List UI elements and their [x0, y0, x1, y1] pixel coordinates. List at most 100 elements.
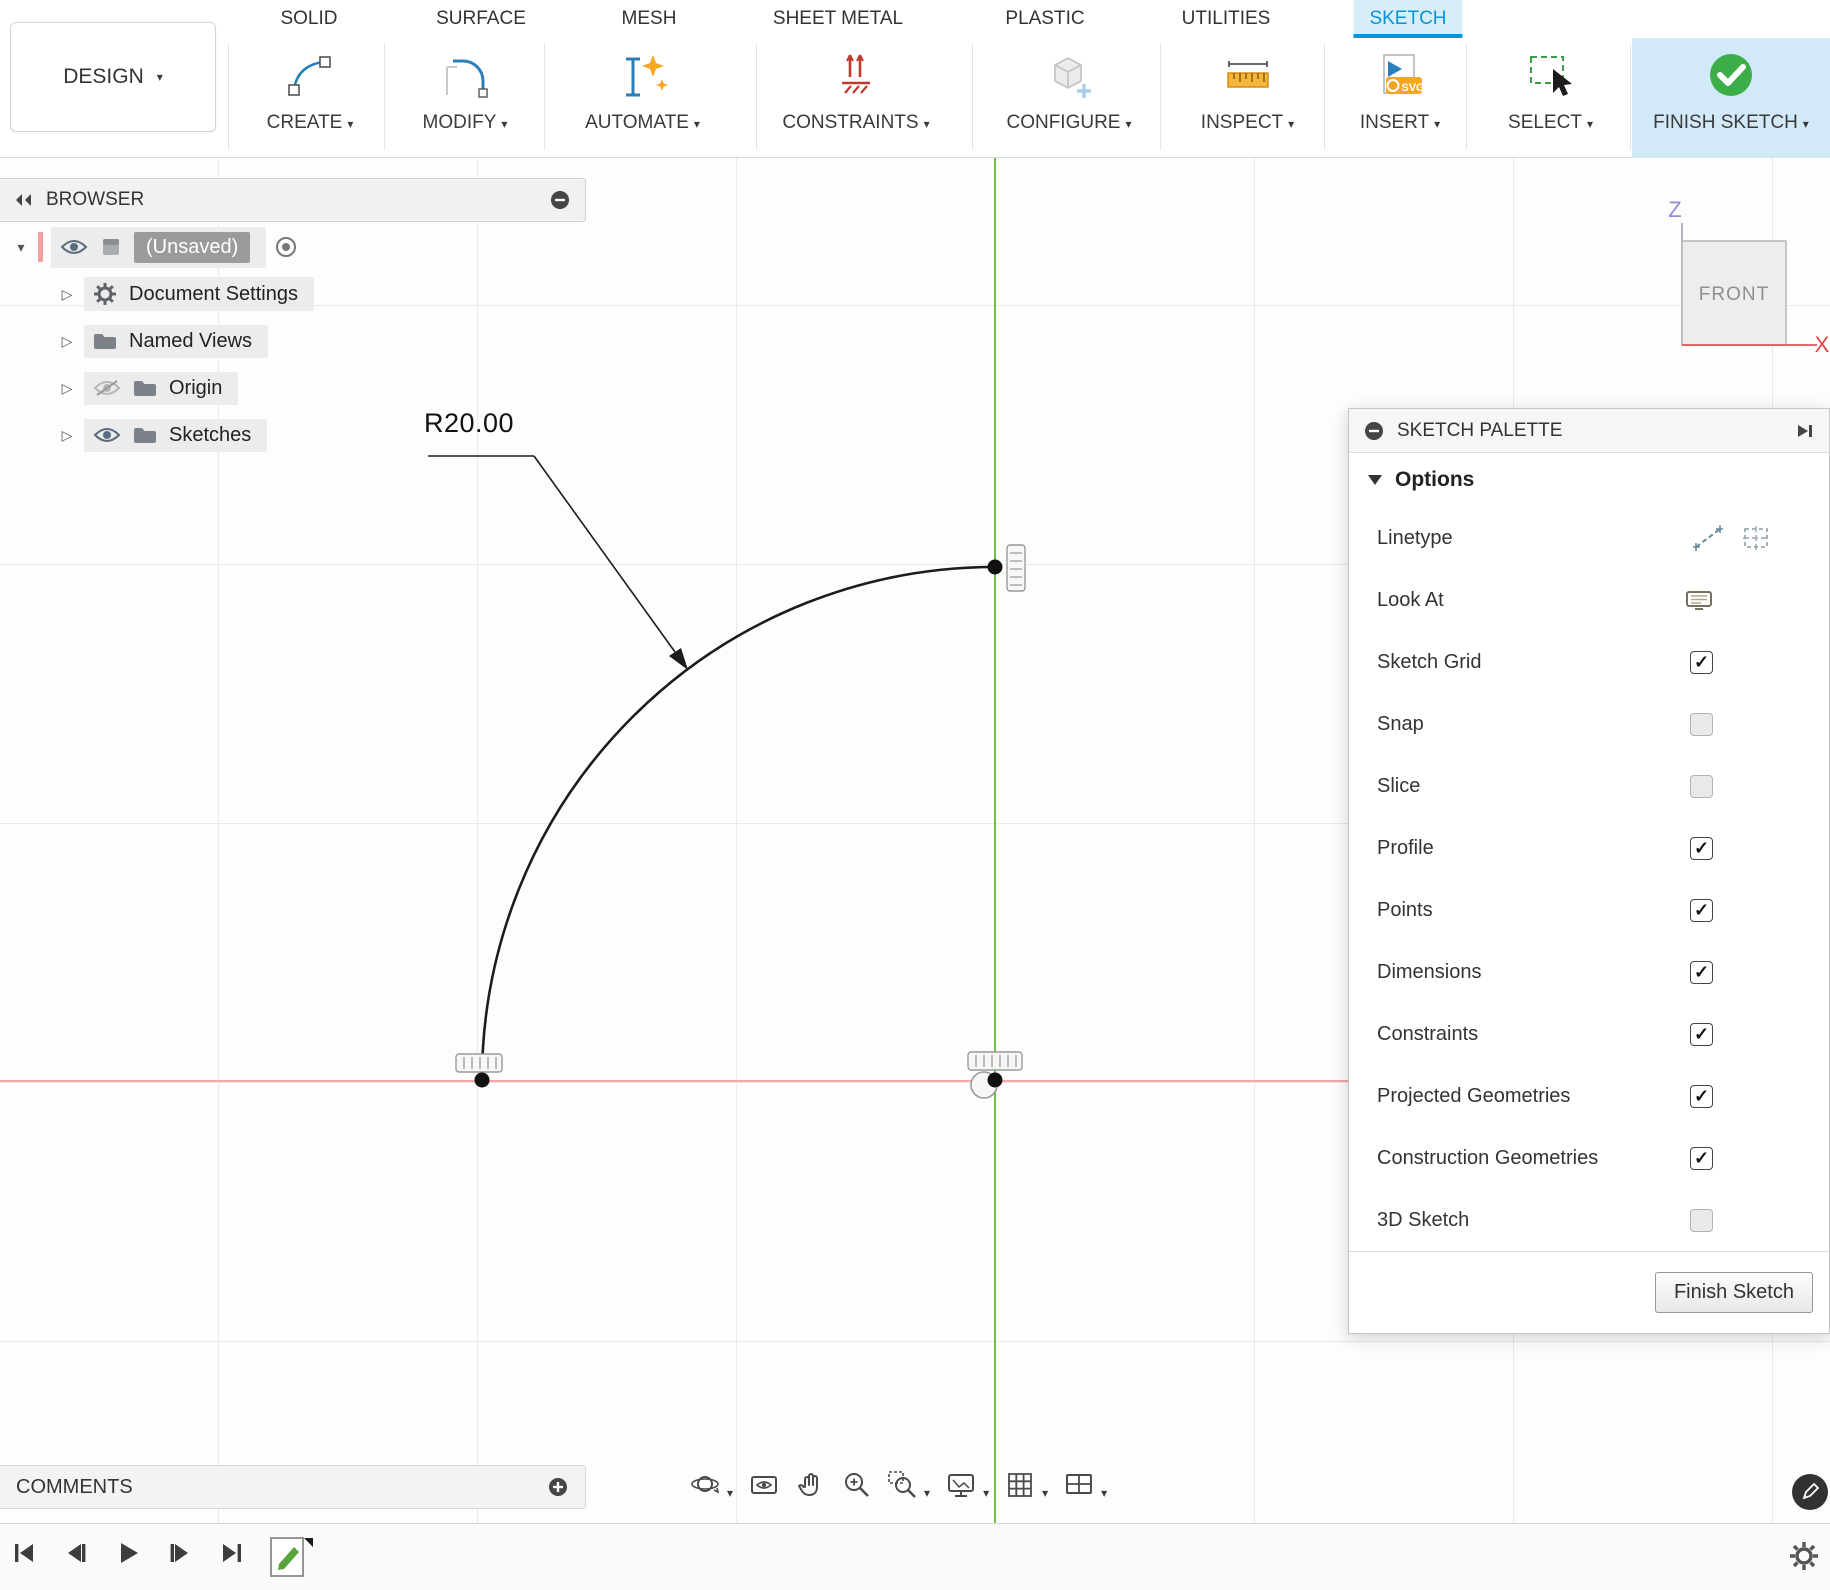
browser-item-sketches[interactable]: ▷ Sketches	[0, 413, 586, 457]
tab-surface[interactable]: SURFACE	[420, 0, 542, 38]
options-section-header[interactable]: Options	[1349, 453, 1829, 507]
expand-arrow-icon[interactable]: ▷	[58, 286, 76, 303]
vertical-constraint-icon[interactable]	[1007, 545, 1025, 591]
tab-mesh[interactable]: MESH	[606, 0, 693, 38]
projected-geometries-checkbox[interactable]	[1690, 1085, 1713, 1108]
centerline-icon[interactable]	[1741, 525, 1771, 551]
dock-right-icon[interactable]	[1795, 421, 1815, 441]
look-at-icon[interactable]	[1685, 588, 1713, 612]
folder-icon	[133, 426, 157, 445]
sketch-grid-checkbox[interactable]	[1690, 651, 1713, 674]
display-settings-button[interactable]: ▾	[944, 1468, 991, 1502]
circle-minus-icon[interactable]	[1363, 420, 1385, 442]
palette-row-constraints: Constraints	[1349, 1003, 1829, 1065]
measure-ruler-icon	[1220, 44, 1276, 110]
timeline-bar	[0, 1523, 1830, 1590]
arc-endpoint-left[interactable]	[475, 1073, 490, 1088]
active-component-bar	[38, 232, 43, 262]
chevron-down-icon: ▾	[157, 70, 163, 84]
automate-sparkle-icon	[615, 44, 671, 110]
inspect-group-button[interactable]: INSPECT▾	[1170, 38, 1325, 158]
expand-arrow-icon[interactable]: ▷	[58, 333, 76, 350]
create-group-button[interactable]: CREATE▾	[235, 38, 385, 158]
feedback-button[interactable]	[1792, 1474, 1828, 1510]
look-at-icon	[749, 1470, 779, 1500]
browser-item-origin[interactable]: ▷ Origin	[0, 366, 586, 410]
toolbar-separator	[544, 44, 545, 150]
3d-sketch-checkbox[interactable]	[1690, 1209, 1713, 1232]
orbit-button[interactable]: ▾	[688, 1468, 735, 1502]
construction-line-icon[interactable]	[1693, 525, 1723, 551]
points-checkbox[interactable]	[1690, 899, 1713, 922]
play-button[interactable]	[114, 1539, 142, 1567]
sketch-arc[interactable]	[482, 567, 995, 1080]
modify-group-button[interactable]: MODIFY▾	[390, 38, 540, 158]
expand-arrow-icon[interactable]: ▷	[58, 427, 76, 444]
step-forward-button[interactable]	[166, 1539, 194, 1567]
palette-row-3d-sketch: 3D Sketch	[1349, 1189, 1829, 1251]
select-label: SELECT	[1508, 112, 1582, 133]
gear-icon	[1788, 1540, 1820, 1572]
pan-button[interactable]	[793, 1468, 827, 1502]
activate-radio-icon[interactable]	[274, 235, 298, 259]
tab-sketch[interactable]: SKETCH	[1353, 0, 1462, 38]
grid-settings-button[interactable]: ▾	[1003, 1468, 1050, 1502]
dimensions-checkbox[interactable]	[1690, 961, 1713, 984]
finish-sketch-label: FINISH SKETCH	[1653, 112, 1798, 133]
comments-bar[interactable]: COMMENTS	[0, 1465, 586, 1509]
select-group-button[interactable]: SELECT▾	[1478, 38, 1623, 158]
circle-plus-icon[interactable]	[547, 1476, 569, 1498]
construction-geometries-checkbox[interactable]	[1690, 1147, 1713, 1170]
skip-to-end-button[interactable]	[218, 1539, 246, 1567]
visibility-eye-icon[interactable]	[93, 426, 121, 444]
folder-icon	[93, 332, 117, 351]
design-menu-label: DESIGN	[63, 65, 144, 89]
timeline-settings-button[interactable]	[1788, 1540, 1820, 1577]
constraints-checkbox[interactable]	[1690, 1023, 1713, 1046]
configure-group-button[interactable]: CONFIGURE▾	[983, 38, 1155, 158]
automate-group-button[interactable]: AUTOMATE▾	[565, 38, 720, 158]
browser-item-named-views[interactable]: ▷ Named Views	[0, 319, 586, 363]
arc-center-point[interactable]	[988, 1073, 1003, 1088]
browser-root-row[interactable]: ▾ (Unsaved)	[0, 225, 586, 269]
collapse-left-icon[interactable]	[14, 192, 34, 208]
tab-solid[interactable]: SOLID	[264, 0, 353, 38]
navigation-toolbar: ▾ ▾ ▾	[688, 1468, 1109, 1502]
tab-plastic[interactable]: PLASTIC	[989, 0, 1100, 38]
skip-to-start-button[interactable]	[10, 1539, 38, 1567]
slice-checkbox[interactable]	[1690, 775, 1713, 798]
visibility-eye-icon[interactable]	[60, 238, 88, 256]
zoom-button[interactable]	[839, 1468, 873, 1502]
chevron-down-icon: ▾	[347, 117, 353, 131]
tab-sheet-metal[interactable]: SHEET METAL	[757, 0, 919, 38]
profile-checkbox[interactable]	[1690, 837, 1713, 860]
palette-row-dimensions: Dimensions	[1349, 941, 1829, 1003]
timeline-sketch-feature[interactable]	[268, 1534, 314, 1580]
expand-arrow-icon[interactable]: ▾	[12, 239, 30, 256]
palette-row-profile: Profile	[1349, 817, 1829, 879]
viewports-button[interactable]: ▾	[1062, 1468, 1109, 1502]
browser-item-document-settings[interactable]: ▷ Document Settings	[0, 272, 586, 316]
arc-endpoint-top[interactable]	[988, 560, 1003, 575]
horizontal-constraint-icon[interactable]	[456, 1054, 502, 1072]
insert-group-button[interactable]: SVG INSERT▾	[1330, 38, 1470, 158]
dimension-leader-line	[534, 456, 675, 652]
visibility-hidden-eye-icon[interactable]	[93, 379, 121, 397]
snap-checkbox[interactable]	[1690, 713, 1713, 736]
palette-footer: Finish Sketch	[1349, 1251, 1829, 1333]
expand-arrow-icon[interactable]: ▷	[58, 380, 76, 397]
step-back-button[interactable]	[62, 1539, 90, 1567]
design-menu-button[interactable]: DESIGN ▾	[10, 22, 216, 132]
tab-utilities[interactable]: UTILITIES	[1166, 0, 1287, 38]
finish-sketch-button[interactable]: FINISH SKETCH▾	[1632, 38, 1830, 158]
circle-minus-icon[interactable]	[549, 189, 571, 211]
view-cube[interactable]: Z X FRONT	[1655, 195, 1830, 370]
look-at-button[interactable]	[747, 1468, 781, 1502]
sketch-palette-header: SKETCH PALETTE	[1349, 409, 1829, 453]
constraints-group-button[interactable]: CONSTRAINTS▾	[765, 38, 947, 158]
zoom-window-button[interactable]: ▾	[885, 1468, 932, 1502]
toolbar-separator	[228, 44, 229, 150]
row-label: Linetype	[1377, 527, 1453, 550]
finish-sketch-palette-button[interactable]: Finish Sketch	[1655, 1272, 1813, 1313]
configure-cube-icon	[1041, 44, 1097, 110]
